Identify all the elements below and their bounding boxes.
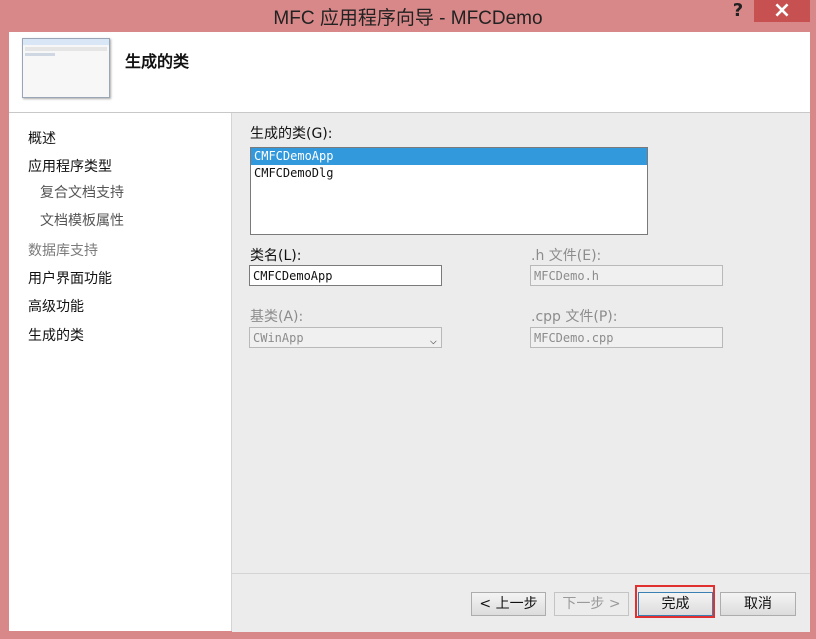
nav-item-database[interactable]: 数据库支持 bbox=[28, 240, 98, 260]
chevron-down-icon: ⌵ bbox=[429, 333, 437, 347]
nav-item-compound-doc[interactable]: 复合文档支持 bbox=[40, 182, 124, 202]
generated-classes-list[interactable]: CMFCDemoApp CMFCDemoDlg bbox=[250, 147, 648, 235]
nav-item-advanced[interactable]: 高级功能 bbox=[28, 296, 84, 316]
wizard-window: MFC 应用程序向导 - MFCDemo ? × 生成的类 概述 应用程序类型 … bbox=[0, 0, 816, 639]
generated-classes-label: 生成的类(G): bbox=[250, 126, 333, 142]
list-item[interactable]: CMFCDemoApp bbox=[251, 148, 647, 165]
prev-button[interactable]: < 上一步 bbox=[471, 592, 546, 616]
h-file-input: MFCDemo.h bbox=[530, 265, 723, 286]
cpp-file-label: .cpp 文件(P): bbox=[531, 309, 618, 325]
list-item[interactable]: CMFCDemoDlg bbox=[251, 165, 647, 182]
base-class-label: 基类(A): bbox=[250, 309, 304, 325]
wizard-header: 生成的类 bbox=[9, 32, 810, 113]
cancel-button[interactable]: 取消 bbox=[720, 592, 796, 616]
base-class-select: CWinApp ⌵ bbox=[249, 327, 442, 348]
window-title: MFC 应用程序向导 - MFCDemo bbox=[273, 8, 543, 29]
title-bar[interactable]: MFC 应用程序向导 - MFCDemo ? × bbox=[0, 0, 816, 32]
nav-item-app-type[interactable]: 应用程序类型 bbox=[28, 156, 112, 176]
help-button[interactable]: ? bbox=[723, 0, 753, 22]
h-file-label: .h 文件(E): bbox=[531, 248, 602, 264]
cpp-file-input: MFCDemo.cpp bbox=[530, 327, 723, 348]
nav-item-generated-classes[interactable]: 生成的类 bbox=[28, 325, 84, 345]
base-class-value: CWinApp bbox=[253, 331, 304, 345]
page-title: 生成的类 bbox=[125, 52, 190, 71]
app-preview-icon bbox=[22, 38, 110, 98]
nav-item-overview[interactable]: 概述 bbox=[28, 128, 56, 148]
nav-item-doc-template[interactable]: 文档模板属性 bbox=[40, 210, 124, 230]
wizard-content: 生成的类(G): CMFCDemoApp CMFCDemoDlg 类名(L): … bbox=[232, 113, 810, 573]
finish-highlight-box bbox=[635, 585, 715, 618]
wizard-nav: 概述 应用程序类型 复合文档支持 文档模板属性 数据库支持 用户界面功能 高级功… bbox=[9, 113, 232, 631]
class-name-label: 类名(L): bbox=[250, 248, 302, 264]
next-button: 下一步 > bbox=[554, 592, 629, 616]
dialog-client: 生成的类 概述 应用程序类型 复合文档支持 文档模板属性 数据库支持 用户界面功… bbox=[9, 32, 810, 632]
nav-item-ui-features[interactable]: 用户界面功能 bbox=[28, 268, 112, 288]
class-name-input[interactable]: CMFCDemoApp bbox=[249, 265, 442, 286]
close-button[interactable]: × bbox=[754, 0, 810, 22]
